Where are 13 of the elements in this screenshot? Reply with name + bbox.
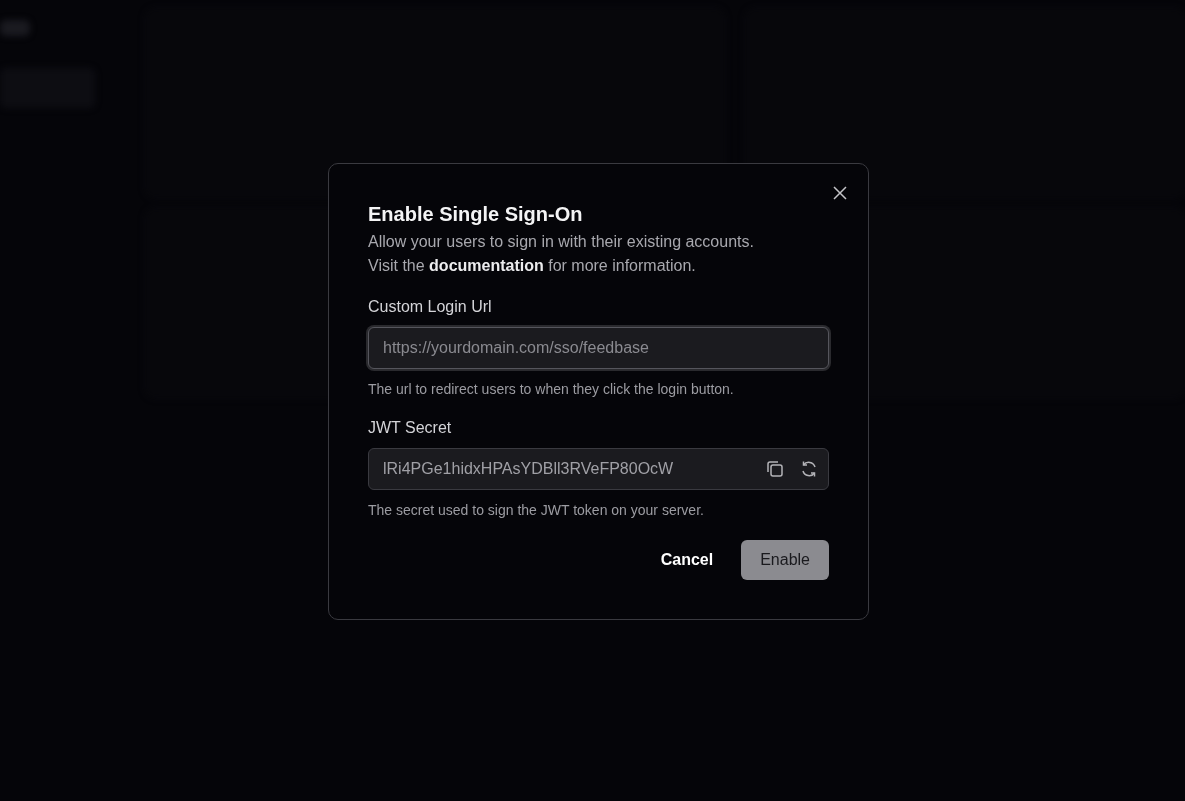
close-icon[interactable]: [833, 186, 847, 200]
secret-field[interactable]: lRi4PGe1hidxHPAsYDBll3RVeFP80OcW: [368, 448, 829, 490]
field-help-text: The url to redirect users to when they click the login button.: [368, 380, 735, 399]
dialog-title: Enable Single Sign-On: [368, 202, 584, 227]
refresh-icon[interactable]: [799, 459, 819, 479]
field-label: Custom Login Url: [368, 297, 493, 317]
field-label: JWT Secret: [368, 418, 453, 438]
dialog-description: Allow your users to sign in with their existing accounts. Visit the documentation for more information.: [368, 232, 755, 276]
documentation-link[interactable]: documentation: [429, 257, 544, 274]
input-field[interactable]: https://yourdomain.com/sso/feedbase: [368, 327, 829, 369]
copy-icon[interactable]: [765, 459, 785, 479]
field-help-text: The secret used to sign the JWT token on your server.: [368, 501, 705, 520]
cancel-button[interactable]: Cancel: [652, 540, 722, 580]
